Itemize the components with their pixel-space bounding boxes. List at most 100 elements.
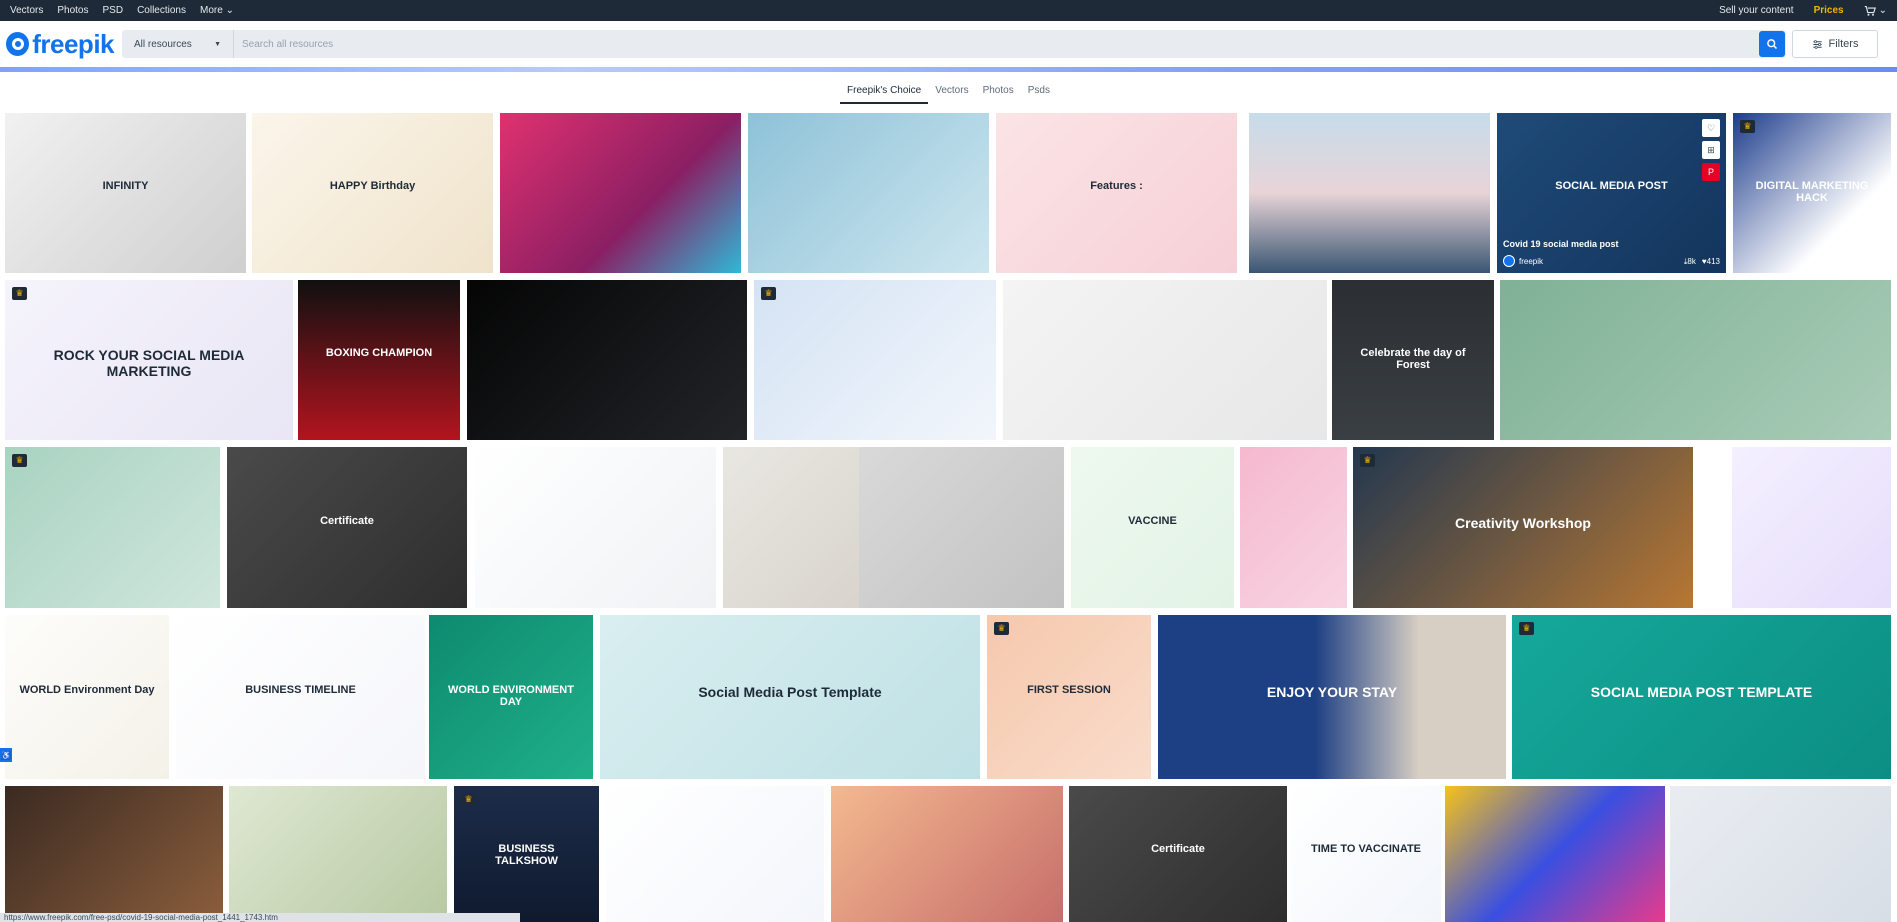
pinterest-icon[interactable]: P (1702, 163, 1720, 181)
resource-tile[interactable] (229, 786, 447, 922)
resource-tile[interactable] (1732, 447, 1891, 608)
tile-author[interactable]: freepik (1503, 255, 1543, 267)
resource-tile[interactable] (723, 447, 863, 608)
accessibility-icon[interactable]: ♿ (0, 748, 12, 762)
resource-tile[interactable] (859, 447, 1064, 608)
tile-artwork-text: Celebrate the day of Forest (1360, 347, 1466, 371)
tile-artwork-text: VACCINE (1128, 515, 1177, 527)
logo-text: freepik (32, 28, 114, 59)
nav-link-photos[interactable]: Photos (57, 5, 88, 16)
resource-tile[interactable]: ♛ FIRST SESSION (987, 615, 1151, 779)
nav-link-psd[interactable]: PSD (103, 5, 124, 16)
tile-caption: Covid 19 social media post (1503, 239, 1619, 249)
resource-tile[interactable] (1249, 113, 1490, 273)
tab-psds[interactable]: Psds (1021, 80, 1057, 104)
premium-crown-icon: ♛ (1360, 454, 1375, 467)
tile-artwork-text: Certificate (1151, 843, 1205, 855)
resource-tile[interactable]: INFINITY (5, 113, 246, 273)
resource-tile[interactable] (1500, 280, 1891, 440)
resource-tile[interactable]: Certificate (1069, 786, 1287, 922)
resource-tile[interactable]: ♛ SOCIAL MEDIA POST TEMPLATE (1512, 615, 1891, 779)
caret-down-icon: ▼ (214, 40, 221, 48)
resource-tile[interactable] (500, 113, 741, 273)
content-tabs: Freepik's Choice Vectors Photos Psds (0, 80, 1897, 104)
resource-tile[interactable]: ♛ (5, 447, 220, 608)
premium-crown-icon: ♛ (994, 622, 1009, 635)
resource-tile[interactable] (5, 786, 223, 922)
like-icon[interactable]: ♡ (1702, 119, 1720, 137)
cart-icon (1864, 5, 1876, 16)
resource-tile[interactable]: ENJOY YOUR STAY (1158, 615, 1506, 779)
resource-tile[interactable]: ♛ ROCK YOUR SOCIAL MEDIA MARKETING (5, 280, 293, 440)
resource-tile[interactable] (467, 280, 747, 440)
resource-tile[interactable]: WORLD ENVIRONMENT DAY (429, 615, 593, 779)
tile-artwork-text: Creativity Workshop (1455, 515, 1591, 531)
link-status-bar: https://www.freepik.com/free-psd/covid-1… (0, 913, 520, 922)
nav-link-vectors[interactable]: Vectors (10, 5, 43, 16)
resource-tile[interactable]: ♛ DIGITAL MARKETING HACK (1733, 113, 1891, 273)
resource-tile[interactable]: WORLD Environment Day (5, 615, 169, 779)
nav-link-collections[interactable]: Collections (137, 5, 186, 16)
author-avatar (1503, 255, 1515, 267)
tab-photos[interactable]: Photos (976, 80, 1021, 104)
prices-link[interactable]: Prices (1814, 5, 1844, 16)
tile-artwork-text: BUSINESS TALKSHOW (495, 843, 558, 867)
banner-strip (0, 67, 1897, 72)
resource-tile[interactable]: ♛ Creativity Workshop (1353, 447, 1693, 608)
resource-tile[interactable] (1003, 280, 1327, 440)
premium-crown-icon: ♛ (1519, 622, 1534, 635)
nav-link-more[interactable]: More ⌄ (200, 5, 234, 16)
tab-freepiks-choice[interactable]: Freepik's Choice (840, 80, 929, 104)
resource-tile[interactable] (1445, 786, 1665, 922)
resource-tile[interactable]: Features : (996, 113, 1237, 273)
resource-tile[interactable] (831, 786, 1063, 922)
author-name: freepik (1519, 256, 1544, 266)
tile-artwork-text: TIME TO VACCINATE (1311, 843, 1421, 855)
resource-tile[interactable] (1670, 786, 1891, 922)
user-menu-button[interactable]: ⌄ (1864, 5, 1887, 17)
resource-tile[interactable]: TIME TO VACCINATE (1291, 786, 1441, 922)
likes-count: ♥413 (1701, 257, 1720, 266)
resource-tile[interactable]: Celebrate the day of Forest (1332, 280, 1494, 440)
resource-tile[interactable]: ♛ (754, 280, 996, 440)
freepik-logo[interactable]: freepik (6, 29, 114, 60)
tile-artwork-text: WORLD ENVIRONMENT DAY (448, 684, 574, 708)
resource-tile[interactable] (748, 113, 989, 273)
resource-tile[interactable]: BUSINESS TIMELINE (176, 615, 425, 779)
tile-artwork-text: SOCIAL MEDIA POST (1555, 180, 1668, 192)
premium-crown-icon: ♛ (12, 454, 27, 467)
tile-artwork-text: Features : (1090, 180, 1143, 192)
filters-button[interactable]: Filters (1792, 30, 1878, 58)
tile-artwork-text: BUSINESS TIMELINE (245, 684, 356, 696)
sell-content-link[interactable]: Sell your content (1719, 5, 1794, 16)
tile-stats: ⤓8k ♥413 (1684, 257, 1720, 267)
resource-tile[interactable] (475, 447, 716, 608)
tile-artwork-text: BOXING CHAMPION (325, 347, 433, 359)
resource-type-value: All resources (134, 38, 192, 50)
resource-tile[interactable] (606, 786, 824, 922)
resource-type-select[interactable]: All resources ▼ (122, 30, 234, 58)
resource-tile[interactable]: Social Media Post Template (600, 615, 980, 779)
collection-icon[interactable]: ⊞ (1702, 141, 1720, 159)
resource-tile[interactable]: SOCIAL MEDIA POST ♡ ⊞ P Covid 19 social medi… (1497, 113, 1726, 273)
resource-tile[interactable]: BOXING CHAMPION (298, 280, 460, 440)
top-nav-right: Sell your content Prices ⌄ (1719, 5, 1887, 17)
downloads-count: ⤓8k (1683, 257, 1696, 266)
tile-artwork-text: WORLD Environment Day (19, 684, 155, 696)
resource-tile[interactable]: VACCINE (1071, 447, 1234, 608)
search-button[interactable] (1759, 31, 1785, 57)
tile-artwork-text: FIRST SESSION (1027, 684, 1111, 696)
tile-artwork-text: HAPPY Birthday (329, 180, 416, 192)
tile-artwork-text: Certificate (320, 515, 374, 527)
nav-link-more-label: More (199, 5, 223, 16)
resource-tile[interactable]: Certificate (227, 447, 467, 608)
sliders-icon (1812, 39, 1822, 49)
logo-icon (6, 32, 30, 56)
tab-vectors[interactable]: Vectors (928, 80, 975, 104)
tile-artwork-text: DIGITAL MARKETING HACK (1755, 180, 1869, 204)
search-bar: All resources ▼ (122, 30, 1786, 58)
resource-tile[interactable]: ♛ BUSINESS TALKSHOW (454, 786, 599, 922)
resource-tile[interactable]: HAPPY Birthday (252, 113, 493, 273)
search-input[interactable] (234, 30, 1759, 58)
resource-tile[interactable] (1240, 447, 1347, 608)
